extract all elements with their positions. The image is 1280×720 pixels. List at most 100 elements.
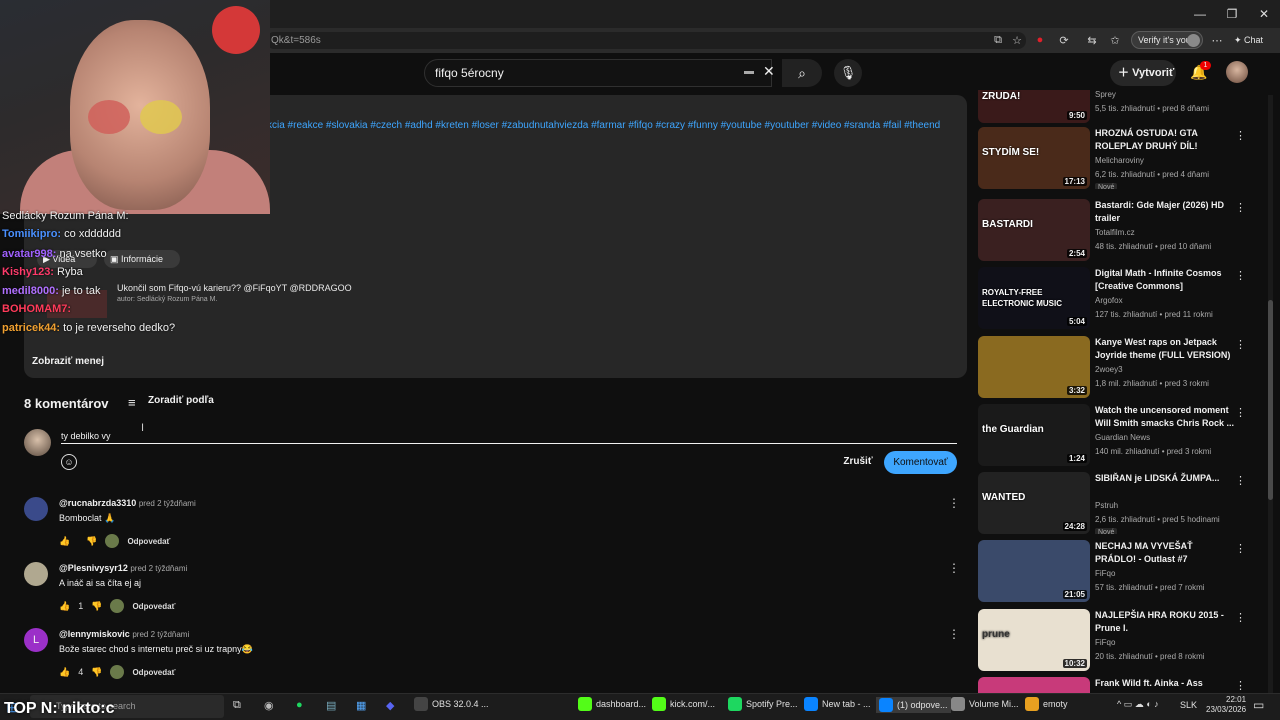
sort-icon[interactable]: ≡	[128, 395, 136, 410]
taskbar-app-button[interactable]: Volume Mi...	[951, 697, 1019, 711]
video-channel[interactable]: FiFqo	[1095, 569, 1115, 578]
like-icon[interactable]: 👍	[59, 601, 70, 612]
video-channel[interactable]: 2woey3	[1095, 365, 1123, 374]
comment-time[interactable]: pred 2 týždňami	[132, 630, 189, 639]
video-thumbnail[interactable]: 3:32	[978, 336, 1090, 398]
video-title[interactable]: Kanye West raps on Jetpack Joyride theme…	[1095, 336, 1235, 362]
related-video-item[interactable]: STYDÍM SE! 17:13 HROZNÁ OSTUDA! GTA ROLEPL…	[978, 127, 1258, 189]
voice-search-button[interactable]: 🎙	[834, 59, 862, 87]
video-title[interactable]: Digital Math - Infinite Cosmos [Creative…	[1095, 267, 1235, 293]
video-channel[interactable]: FiFqo	[1095, 638, 1115, 647]
video-channel[interactable]: Sprey	[1095, 90, 1116, 99]
taskbar-app-button[interactable]: kick.com/...	[652, 697, 715, 711]
reply-button[interactable]: Odpovedať	[132, 668, 175, 677]
sort-button[interactable]: Zoradiť podľa	[148, 395, 214, 407]
hashtags[interactable]: kcia #reakce #slovakia #czech #adhd #kre…	[267, 120, 940, 131]
video-menu-icon[interactable]: ⋮	[1235, 474, 1246, 487]
video-title[interactable]: Watch the uncensored moment Will Smith s…	[1095, 404, 1235, 430]
taskbar-app-button[interactable]: New tab - ...	[804, 697, 871, 711]
notification-center-icon[interactable]: ▭	[1253, 698, 1264, 712]
like-icon[interactable]: 👍	[59, 667, 70, 678]
related-video-item[interactable]: the Guardian 1:24 Watch the uncensored mom…	[978, 404, 1258, 466]
favorites-icon[interactable]: ✩	[1108, 33, 1122, 47]
search-input[interactable]: fifqo 5érocny	[424, 59, 772, 87]
cancel-button[interactable]: Zrušiť	[838, 452, 878, 472]
dislike-icon[interactable]: 👎	[91, 601, 102, 612]
copilot-chat-button[interactable]: ✦ Chat	[1234, 31, 1263, 49]
video-thumbnail[interactable]: the Guardian 1:24	[978, 404, 1090, 466]
related-video-item[interactable]: 21:05 NECHAJ MA VYVEŠAŤ PRÁDLO! - Outlast…	[978, 540, 1258, 602]
video-channel[interactable]: Pstruh	[1095, 501, 1118, 510]
related-video-item[interactable]: BASTARDI 2:54 Bastardi: Gde Majer (2026) H…	[978, 199, 1258, 261]
comment-handle[interactable]: @rucnabrzda3310	[59, 498, 136, 508]
video-menu-icon[interactable]: ⋮	[1235, 679, 1246, 692]
video-thumbnail[interactable]: prune 10:32	[978, 609, 1090, 671]
comment-menu-icon[interactable]: ⋮	[948, 496, 960, 510]
video-title[interactable]: NAJLEPŠIA HRA ROKU 2015 - Prune I.	[1095, 609, 1235, 635]
more-menu-icon[interactable]: ⋯	[1210, 33, 1224, 47]
video-menu-icon[interactable]: ⋮	[1235, 611, 1246, 624]
spotify-icon[interactable]: ●	[296, 699, 303, 711]
file-explorer-icon[interactable]: ▦	[356, 699, 366, 712]
comment-menu-icon[interactable]: ⋮	[948, 561, 960, 575]
show-less-button[interactable]: Zobraziť menej	[32, 356, 104, 367]
taskbar-app-button[interactable]: (1) odpove...	[876, 697, 951, 713]
video-channel[interactable]: Totalfilm.cz	[1095, 228, 1135, 237]
related-video-item[interactable]: 3:32 Kanye West raps on Jetpack Joyride t…	[978, 336, 1258, 398]
taskbar-app-button[interactable]: emoty	[1025, 697, 1068, 711]
dislike-icon[interactable]: 👎	[91, 667, 102, 678]
video-title[interactable]: SIBIŘAN je LIDSKÁ ŽUMPA...	[1095, 472, 1235, 485]
reply-button[interactable]: Odpovedať	[127, 537, 170, 546]
video-title[interactable]: Frank Wild ft. Ainka - Ass	[1095, 677, 1235, 690]
related-video-item[interactable]: prune 10:32 NAJLEPŠIA HRA ROKU 2015 - Prun…	[978, 609, 1258, 671]
video-menu-icon[interactable]: ⋮	[1235, 542, 1246, 555]
account-avatar[interactable]	[1226, 61, 1248, 83]
video-channel[interactable]: Guardian News	[1095, 433, 1150, 442]
extension-puzzle-icon[interactable]: ⟳	[1057, 33, 1071, 47]
comment-time[interactable]: pred 2 týždňami	[130, 564, 187, 573]
video-menu-icon[interactable]: ⋮	[1235, 269, 1246, 282]
submit-comment-button[interactable]: Komentovať	[884, 451, 957, 474]
video-title[interactable]: Bastardi: Gde Majer (2026) HD trailer	[1095, 199, 1235, 225]
close-icon[interactable]: ✕	[1248, 0, 1280, 28]
video-thumbnail[interactable]: STYDÍM SE! 17:13	[978, 127, 1090, 189]
minimize-icon[interactable]: —	[1184, 0, 1216, 28]
verify-button[interactable]: Verify it's you	[1131, 31, 1203, 49]
restore-icon[interactable]: ❐	[1216, 0, 1248, 28]
taskbar-app-button[interactable]: Spotify Pre...	[728, 697, 798, 711]
clear-search-icon[interactable]: ✕	[763, 63, 775, 80]
video-title[interactable]: HROZNÁ OSTUDA! GTA ROLEPLAY DRUHÝ DÍL!	[1095, 127, 1235, 153]
video-title[interactable]: NECHAJ MA VYVEŠAŤ PRÁDLO! - Outlast #7	[1095, 540, 1235, 566]
video-menu-icon[interactable]: ⋮	[1235, 406, 1246, 419]
comment-input[interactable]	[61, 428, 957, 444]
extension-icon[interactable]: ●	[1033, 33, 1047, 47]
notepad-icon[interactable]: ▤	[326, 699, 336, 712]
video-thumbnail[interactable]: ROYALTY-FREE ELECTRONIC MUSIC 5:04	[978, 267, 1090, 329]
url-field[interactable]: Qk&t=586s	[266, 32, 1026, 49]
video-thumbnail[interactable]: ZRUDA! 9:50	[978, 90, 1090, 123]
info-chip[interactable]: ▣ Informácie	[104, 250, 180, 268]
search-button[interactable]: ⌕	[782, 59, 822, 87]
reply-button[interactable]: Odpovedať	[132, 602, 175, 611]
linked-video-title[interactable]: Ukončil som Fifqo-vú karieru?? @FiFqoYT …	[117, 283, 352, 293]
video-thumbnail[interactable]: 21:05	[978, 540, 1090, 602]
taskbar-app-button[interactable]: OBS 32.0.4 ...	[414, 697, 489, 711]
discord-icon[interactable]: ◆	[386, 699, 394, 712]
related-video-item[interactable]: Frank Wild ft. Ainka - Ass ⋮	[978, 677, 1258, 693]
video-menu-icon[interactable]: ⋮	[1235, 338, 1246, 351]
video-channel[interactable]: Melicharoviny	[1095, 156, 1144, 165]
steam-icon[interactable]: ◉	[264, 699, 274, 712]
comment-time[interactable]: pred 2 týždňami	[139, 499, 196, 508]
video-thumbnail[interactable]: WANTED 24:28	[978, 472, 1090, 534]
comment-avatar[interactable]	[24, 497, 48, 521]
keyboard-icon[interactable]: ▬	[744, 66, 754, 77]
emoji-icon[interactable]: ☺	[61, 454, 77, 470]
tray-icons[interactable]: ^ ▭ ☁ ◐ ♪	[1117, 699, 1159, 710]
related-video-item[interactable]: ZRUDA! 9:50 Sprey 5,5 tis. zhliadnutí • pre…	[978, 90, 1258, 123]
split-view-icon[interactable]: ⇆	[1085, 33, 1099, 47]
comment-menu-icon[interactable]: ⋮	[948, 627, 960, 641]
bookmark-star-icon[interactable]: ☆	[1010, 33, 1024, 47]
video-thumbnail[interactable]	[978, 677, 1090, 693]
input-language[interactable]: SLK	[1180, 700, 1197, 710]
taskbar-clock[interactable]: 22:01 23/03/2026	[1206, 695, 1246, 715]
